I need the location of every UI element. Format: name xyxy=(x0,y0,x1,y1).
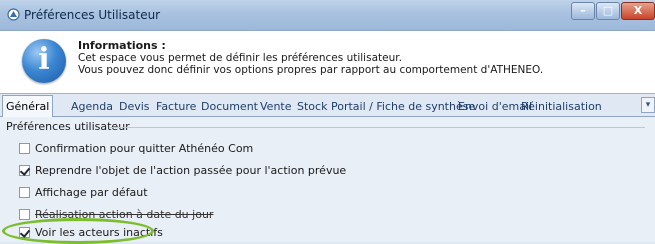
minimize-icon: – xyxy=(580,4,586,17)
tab-document[interactable]: Document xyxy=(201,98,258,116)
info-title: Informations : xyxy=(78,39,166,52)
checkbox-acteurs-inactifs[interactable] xyxy=(19,227,30,238)
checkbox-confirm-quit[interactable] xyxy=(19,143,30,154)
info-description-line2: Vous pouvez donc définir vos options pro… xyxy=(78,64,544,76)
tab-devis[interactable]: Devis xyxy=(119,98,150,116)
minimize-button[interactable]: – xyxy=(571,2,595,20)
tab-portail-fiche-de-synthese[interactable]: Portail / Fiche de synthèse xyxy=(331,98,475,116)
checkbox-realisation-action[interactable] xyxy=(19,209,30,220)
tab-vente[interactable]: Vente xyxy=(260,98,292,116)
info-icon-glyph: i xyxy=(38,42,50,77)
info-description-line1: Cet espace vous permet de définir les pr… xyxy=(78,52,402,64)
option-label: Reprendre l'objet de l'action passée pou… xyxy=(35,164,347,177)
close-button[interactable]: X xyxy=(621,2,655,20)
title-bar: Préférences Utilisateur – □ X xyxy=(0,0,655,30)
maximize-button[interactable]: □ xyxy=(596,2,620,20)
tab-agenda[interactable]: Agenda xyxy=(71,98,113,116)
tab-scroll-button[interactable]: ▾ xyxy=(641,97,655,113)
option-label: Réalisation action à date du jour xyxy=(35,208,214,221)
option-label: Confirmation pour quitter Athénéo Com xyxy=(35,142,254,155)
tab-general[interactable]: Général xyxy=(2,95,54,117)
group-divider xyxy=(110,127,645,128)
option-label: Affichage par défaut xyxy=(35,186,148,199)
info-panel: i Informations : Cet espace vous permet … xyxy=(0,30,655,94)
window-title: Préférences Utilisateur xyxy=(24,8,161,22)
maximize-icon: □ xyxy=(602,4,614,17)
checkbox-affichage-defaut[interactable] xyxy=(19,187,30,198)
info-icon: i xyxy=(22,39,66,83)
tab-stock[interactable]: Stock xyxy=(297,98,327,116)
checkbox-reprendre-objet[interactable] xyxy=(19,165,30,176)
app-icon xyxy=(7,8,20,21)
tab-strip: Général Agenda Devis Facture Document Ve… xyxy=(0,94,655,117)
close-icon: X xyxy=(633,4,643,17)
tab-facture[interactable]: Facture xyxy=(156,98,196,116)
option-label: Voir les acteurs inactifs xyxy=(35,226,163,239)
tab-reinitialisation[interactable]: Réinitialisation xyxy=(521,98,602,116)
general-tab-panel: Préférences utilisateur Confirmation pou… xyxy=(0,117,655,242)
